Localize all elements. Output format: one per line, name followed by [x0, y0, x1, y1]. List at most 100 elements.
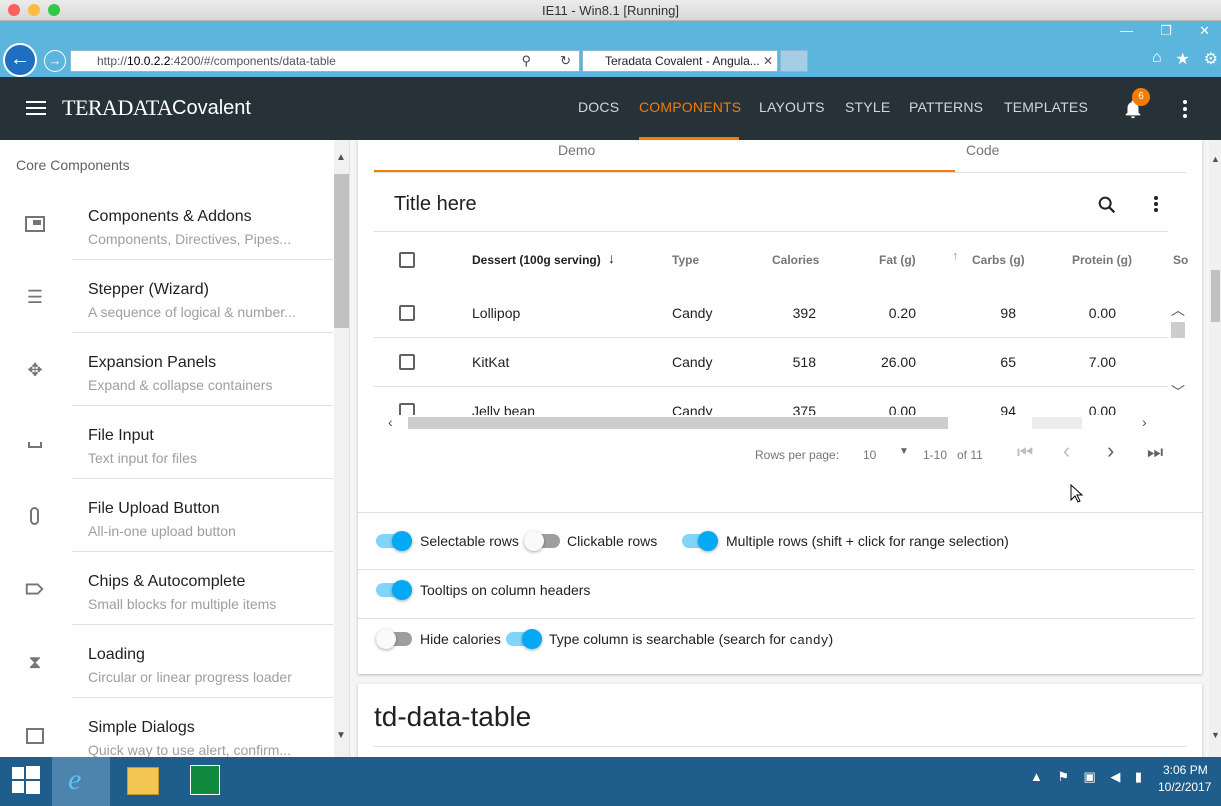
- col-header-protein[interactable]: Protein (g): [1072, 253, 1132, 267]
- api-card: td-data-table: [358, 684, 1202, 757]
- minimize-window-icon[interactable]: [28, 4, 40, 16]
- nav-templates[interactable]: TEMPLATES: [1004, 99, 1088, 115]
- sort-asc-arrow-icon[interactable]: ↑: [952, 248, 959, 263]
- rows-per-page-select[interactable]: 10 ▼: [863, 444, 915, 466]
- sidebar-item-file-upload-button[interactable]: File Upload Button All-in-one upload but…: [0, 479, 333, 552]
- new-tab-button[interactable]: [780, 50, 808, 72]
- back-button[interactable]: ←: [3, 43, 37, 77]
- table-more-vert-icon[interactable]: [1154, 196, 1158, 212]
- col-header-calories[interactable]: Calories: [772, 253, 819, 267]
- more-vert-icon[interactable]: [1183, 100, 1187, 118]
- minimize-icon[interactable]: —: [1120, 23, 1133, 39]
- address-bar[interactable]: http://10.0.2.2:4200/#/components/data-t…: [70, 50, 580, 72]
- sidebar-item-title: Stepper (Wizard): [88, 281, 209, 298]
- store-icon[interactable]: [190, 765, 220, 795]
- cell-calories: 518: [792, 354, 816, 370]
- hide-calories-toggle[interactable]: [376, 629, 412, 649]
- tooltips-toggle[interactable]: [376, 580, 412, 600]
- page-scrollbar[interactable]: ▲ ▼: [1209, 140, 1221, 757]
- brand-logo: TERADATA: [62, 95, 173, 120]
- type-searchable-toggle[interactable]: [506, 629, 542, 649]
- sidebar-item-components-addons[interactable]: Components & Addons Components, Directiv…: [0, 187, 333, 260]
- tab-demo[interactable]: Demo: [558, 142, 595, 158]
- browser-tab[interactable]: Teradata Covalent - Angula... ✕: [582, 50, 778, 72]
- last-page-icon[interactable]: ⏭: [1147, 442, 1163, 463]
- zoom-window-icon[interactable]: [48, 4, 60, 16]
- clock-date[interactable]: 10/2/2017: [1158, 780, 1211, 794]
- sidebar-item-subtitle: Text input for files: [88, 450, 197, 466]
- col-header-fat[interactable]: Fat (g): [879, 253, 916, 267]
- sidebar-item-stepper[interactable]: ☰ Stepper (Wizard) A sequence of logical…: [0, 260, 333, 333]
- sidebar-item-loading[interactable]: ⧗ Loading Circular or linear progress lo…: [0, 625, 333, 698]
- table-hscroll-thumb[interactable]: [408, 417, 948, 429]
- restore-icon[interactable]: ❐: [1160, 23, 1172, 39]
- network-icon[interactable]: ▣: [1084, 769, 1096, 785]
- refresh-icon[interactable]: ↻: [560, 51, 571, 71]
- table-vertical-scrollbar[interactable]: ︿ ﹀: [1168, 300, 1188, 400]
- sidebar-item-file-input[interactable]: File Input Text input for files: [0, 406, 333, 479]
- battery-icon[interactable]: ▮: [1135, 769, 1142, 785]
- ie-taskbar-button[interactable]: e: [52, 757, 110, 806]
- windows-start-icon[interactable]: [12, 766, 40, 794]
- col-header-sodium[interactable]: So: [1173, 253, 1188, 267]
- next-page-icon[interactable]: ›: [1107, 438, 1114, 464]
- col-header-carbs[interactable]: Carbs (g): [972, 253, 1025, 267]
- nav-patterns[interactable]: PATTERNS: [909, 99, 983, 115]
- product-name: Covalent: [172, 97, 251, 119]
- cell-calories: 392: [792, 305, 816, 321]
- page-scroll-thumb[interactable]: [1211, 270, 1220, 322]
- clickable-rows-toggle[interactable]: [524, 531, 560, 551]
- clock-time[interactable]: 3:06 PM: [1163, 763, 1208, 777]
- sidebar-item-subtitle: Components, Directives, Pipes...: [88, 231, 292, 247]
- nav-components[interactable]: COMPONENTS: [639, 99, 741, 115]
- scroll-down-chevron-icon[interactable]: ﹀: [1171, 382, 1185, 402]
- divider: [374, 337, 1168, 338]
- menu-icon[interactable]: [26, 101, 46, 115]
- sort-desc-arrow-icon[interactable]: ↓: [608, 250, 615, 266]
- search-icon[interactable]: ⚲: [521, 51, 531, 71]
- scroll-down-arrow-icon[interactable]: ▼: [336, 730, 346, 741]
- col-header-dessert[interactable]: Dessert (100g serving): [472, 253, 601, 267]
- sidebar-item-chips-autocomplete[interactable]: Chips & Autocomplete Small blocks for mu…: [0, 552, 333, 625]
- nav-layouts[interactable]: LAYOUTS: [759, 99, 825, 115]
- first-page-icon[interactable]: ⏮: [1017, 442, 1033, 463]
- selectable-rows-toggle[interactable]: [376, 531, 412, 551]
- flag-icon[interactable]: ⚑: [1057, 769, 1069, 785]
- file-explorer-icon[interactable]: [127, 767, 159, 795]
- tab-close-icon[interactable]: ✕: [763, 51, 773, 71]
- sidebar-item-expansion-panels[interactable]: ✥ Expansion Panels Expand & collapse con…: [0, 333, 333, 406]
- multiple-rows-toggle[interactable]: [682, 531, 718, 551]
- cell-protein: 7.00: [1088, 354, 1116, 370]
- cell-dessert: KitKat: [472, 354, 510, 370]
- tray-expand-icon[interactable]: ▲: [1030, 769, 1043, 785]
- volume-icon[interactable]: ◀: [1110, 769, 1120, 785]
- nav-style[interactable]: STYLE: [845, 99, 890, 115]
- scroll-up-chevron-icon[interactable]: ︿: [1171, 300, 1185, 320]
- scroll-left-chevron-icon[interactable]: ‹: [388, 414, 393, 430]
- page-scroll-down-icon[interactable]: ▼: [1211, 730, 1220, 740]
- close-icon[interactable]: ✕: [1199, 23, 1210, 39]
- row-checkbox[interactable]: [399, 354, 415, 370]
- tab-code[interactable]: Code: [966, 142, 999, 158]
- notifications-button[interactable]: 6: [1122, 88, 1150, 122]
- search-icon[interactable]: [1096, 194, 1118, 216]
- page-scroll-up-icon[interactable]: ▲: [1211, 154, 1220, 164]
- scroll-up-arrow-icon[interactable]: ▲: [336, 152, 346, 163]
- sidebar-scroll-thumb[interactable]: [334, 174, 349, 328]
- forward-button[interactable]: →: [44, 50, 66, 72]
- select-all-checkbox[interactable]: [399, 252, 415, 268]
- home-icon[interactable]: ⌂: [1152, 49, 1162, 69]
- sidebar-item-simple-dialogs[interactable]: Simple Dialogs Quick way to use alert, c…: [0, 698, 333, 757]
- close-window-icon[interactable]: [8, 4, 20, 16]
- table-horizontal-scrollbar[interactable]: ‹ ›: [388, 414, 1158, 430]
- nav-docs[interactable]: DOCS: [578, 99, 619, 115]
- col-header-type[interactable]: Type: [672, 253, 699, 267]
- favorites-star-icon[interactable]: ★: [1175, 49, 1189, 69]
- settings-gear-icon[interactable]: ⚙: [1204, 49, 1218, 69]
- prev-page-icon[interactable]: ‹: [1063, 438, 1070, 464]
- row-checkbox[interactable]: [399, 305, 415, 321]
- sidebar-heading: Core Components: [16, 157, 130, 173]
- table-vscroll-thumb[interactable]: [1171, 322, 1185, 338]
- sidebar-scrollbar[interactable]: ▲ ▼: [334, 140, 349, 757]
- scroll-right-chevron-icon[interactable]: ›: [1142, 414, 1147, 430]
